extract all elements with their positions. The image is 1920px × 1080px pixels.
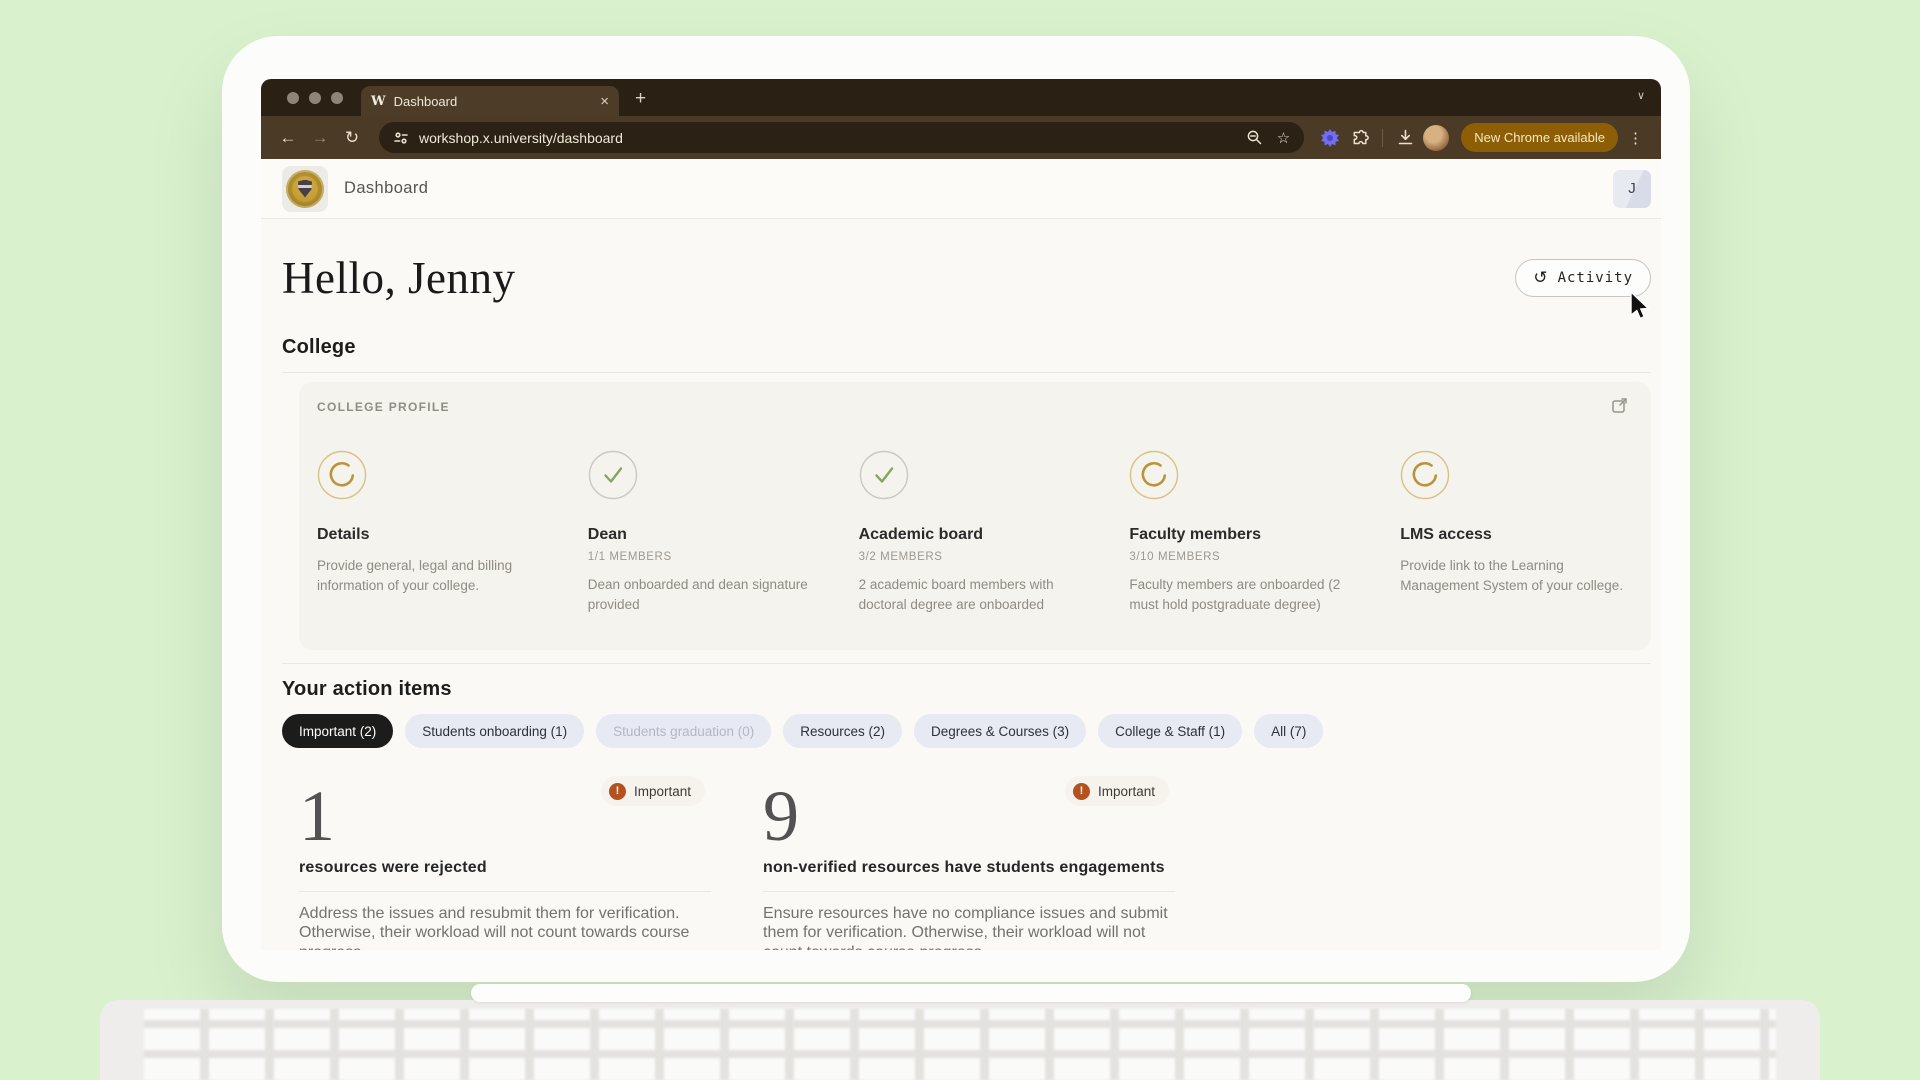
step-details[interactable]: Details Provide general, legal and billi… bbox=[317, 450, 548, 614]
crest-shield bbox=[298, 179, 312, 198]
university-crest-logo[interactable] bbox=[282, 165, 328, 212]
filter-chip-degrees-courses[interactable]: Degrees & Courses (3) bbox=[914, 714, 1087, 749]
browser-window: W Dashboard × + ∨ ← → ↻ workshop.x.unive… bbox=[261, 79, 1661, 950]
new-tab-button[interactable]: + bbox=[635, 88, 646, 116]
step-description: 2 academic board members with doctoral d… bbox=[858, 577, 1054, 612]
college-section-title: College bbox=[282, 336, 356, 358]
dashboard-page: Dashboard J Hello, Jenny ↺ Activity Coll… bbox=[261, 159, 1661, 950]
bookmark-star-icon[interactable]: ☆ bbox=[1277, 129, 1290, 147]
action-card-body: Address the issues and resubmit them for… bbox=[299, 904, 690, 950]
step-description: Dean onboarded and dean signature provid… bbox=[587, 577, 808, 612]
step-lms-access[interactable]: LMS access Provide link to the Learning … bbox=[1400, 450, 1631, 614]
browser-menu-icon[interactable]: ⋮ bbox=[1624, 129, 1647, 147]
important-badge-label: Important bbox=[633, 783, 691, 799]
complete-check-icon bbox=[588, 450, 637, 500]
step-academic-board[interactable]: Academic board 3/2 MEMBERS 2 academic bo… bbox=[859, 450, 1090, 614]
window-fullscreen-button[interactable] bbox=[331, 92, 343, 104]
important-badge: ! Important bbox=[600, 776, 705, 807]
action-filter-chips: Important (2) Students onboarding (1) St… bbox=[282, 714, 1651, 749]
step-faculty-members[interactable]: Faculty members 3/10 MEMBERS Faculty mem… bbox=[1129, 450, 1360, 614]
greeting-heading: Hello, Jenny bbox=[282, 253, 516, 303]
site-favicon-icon: W bbox=[371, 93, 386, 109]
back-icon[interactable]: ← bbox=[275, 128, 301, 148]
action-cards: ! Important 1 resources were rejected Ad… bbox=[299, 774, 1651, 950]
action-card-title: non-verified resources have students eng… bbox=[763, 858, 1165, 876]
step-title: Dean bbox=[587, 526, 627, 543]
action-card-nonverified-resources: ! Important 9 non-verified resources hav… bbox=[763, 774, 1175, 950]
step-description: Provide general, legal and billing infor… bbox=[317, 558, 513, 593]
url-text[interactable]: workshop.x.university/dashboard bbox=[419, 130, 1236, 146]
app-title: Dashboard bbox=[344, 179, 429, 197]
action-card-title: resources were rejected bbox=[299, 858, 487, 876]
in-progress-spinner-icon bbox=[1400, 450, 1450, 500]
address-bar-actions: ☆ bbox=[1246, 129, 1290, 147]
extension-gear-icon[interactable] bbox=[1318, 128, 1342, 148]
college-profile-card: COLLEGE PROFILE Details Provide general,… bbox=[299, 382, 1651, 651]
section-divider bbox=[282, 372, 1651, 373]
mouse-cursor bbox=[1630, 292, 1650, 320]
filter-chip-students-onboarding[interactable]: Students onboarding (1) bbox=[405, 714, 585, 749]
window-close-button[interactable] bbox=[287, 92, 299, 104]
step-members: 3/2 MEMBERS bbox=[858, 551, 943, 563]
activity-button-label: Activity bbox=[1557, 270, 1633, 286]
college-profile-label: COLLEGE PROFILE bbox=[317, 400, 450, 414]
user-avatar[interactable]: J bbox=[1613, 169, 1651, 208]
reload-icon[interactable]: ↻ bbox=[339, 128, 365, 148]
tab-title: Dashboard bbox=[393, 93, 458, 109]
card-divider bbox=[763, 890, 1175, 892]
browser-profile-avatar[interactable] bbox=[1423, 124, 1450, 151]
address-bar[interactable]: workshop.x.university/dashboard ☆ bbox=[379, 122, 1305, 153]
step-dean[interactable]: Dean 1/1 MEMBERS Dean onboarded and dean… bbox=[588, 450, 819, 614]
keyboard-keys bbox=[144, 1009, 1776, 1080]
important-exclamation-icon: ! bbox=[608, 782, 626, 800]
hero-row: Hello, Jenny ↺ Activity bbox=[282, 252, 1651, 304]
action-card-rejected-resources: ! Important 1 resources were rejected Ad… bbox=[299, 774, 711, 950]
action-card-body: Ensure resources have no compliance issu… bbox=[763, 904, 1168, 950]
step-title: LMS access bbox=[1400, 526, 1492, 543]
laptop-keyboard-deck bbox=[100, 1000, 1820, 1080]
step-members: 3/10 MEMBERS bbox=[1129, 551, 1221, 563]
browser-tab-bar: W Dashboard × + ∨ bbox=[261, 79, 1661, 116]
page-content: Hello, Jenny ↺ Activity College COLLEGE … bbox=[261, 252, 1661, 950]
in-progress-spinner-icon bbox=[1130, 450, 1179, 500]
laptop-hinge bbox=[471, 984, 1471, 1002]
site-settings-tune-icon[interactable] bbox=[393, 130, 409, 146]
section-divider bbox=[282, 663, 1651, 665]
complete-check-icon bbox=[859, 450, 908, 500]
extensions-puzzle-icon[interactable] bbox=[1348, 128, 1372, 148]
forward-icon[interactable]: → bbox=[307, 128, 333, 148]
important-exclamation-icon: ! bbox=[1072, 782, 1090, 800]
download-icon[interactable] bbox=[1393, 128, 1417, 147]
card-divider bbox=[299, 890, 711, 892]
toolbar-divider bbox=[1382, 128, 1384, 147]
app-header: Dashboard J bbox=[261, 159, 1661, 219]
filter-chip-all[interactable]: All (7) bbox=[1254, 714, 1324, 749]
in-progress-spinner-icon bbox=[317, 450, 367, 500]
crest-seal bbox=[286, 169, 324, 208]
college-profile-steps: Details Provide general, legal and billi… bbox=[317, 450, 1631, 614]
step-title: Faculty members bbox=[1129, 526, 1261, 543]
browser-tab-dashboard[interactable]: W Dashboard × bbox=[361, 86, 619, 116]
browser-toolbar: ← → ↻ workshop.x.university/dashboard ☆ bbox=[261, 116, 1661, 159]
filter-chip-students-graduation[interactable]: Students graduation (0) bbox=[596, 714, 772, 749]
window-minimize-button[interactable] bbox=[309, 92, 321, 104]
important-badge-label: Important bbox=[1097, 783, 1155, 799]
history-icon: ↺ bbox=[1533, 268, 1549, 288]
filter-chip-important[interactable]: Important (2) bbox=[282, 714, 394, 749]
filter-chip-college-staff[interactable]: College & Staff (1) bbox=[1098, 714, 1243, 749]
tab-search-chevron-icon[interactable]: ∨ bbox=[1637, 89, 1645, 102]
step-title: Academic board bbox=[858, 526, 984, 543]
zoom-out-icon[interactable] bbox=[1246, 129, 1263, 146]
window-controls bbox=[261, 92, 343, 116]
action-items-section-title: Your action items bbox=[282, 678, 452, 701]
step-title: Details bbox=[317, 526, 370, 543]
step-description: Faculty members are onboarded (2 must ho… bbox=[1129, 577, 1341, 612]
step-members: 1/1 MEMBERS bbox=[587, 551, 672, 563]
open-college-profile-icon[interactable] bbox=[1610, 396, 1629, 415]
step-description: Provide link to the Learning Management … bbox=[1400, 558, 1624, 593]
filter-chip-resources[interactable]: Resources (2) bbox=[783, 714, 903, 749]
important-badge: ! Important bbox=[1064, 776, 1169, 807]
chrome-update-pill[interactable]: New Chrome available bbox=[1461, 123, 1618, 152]
tab-close-icon[interactable]: × bbox=[600, 93, 609, 110]
